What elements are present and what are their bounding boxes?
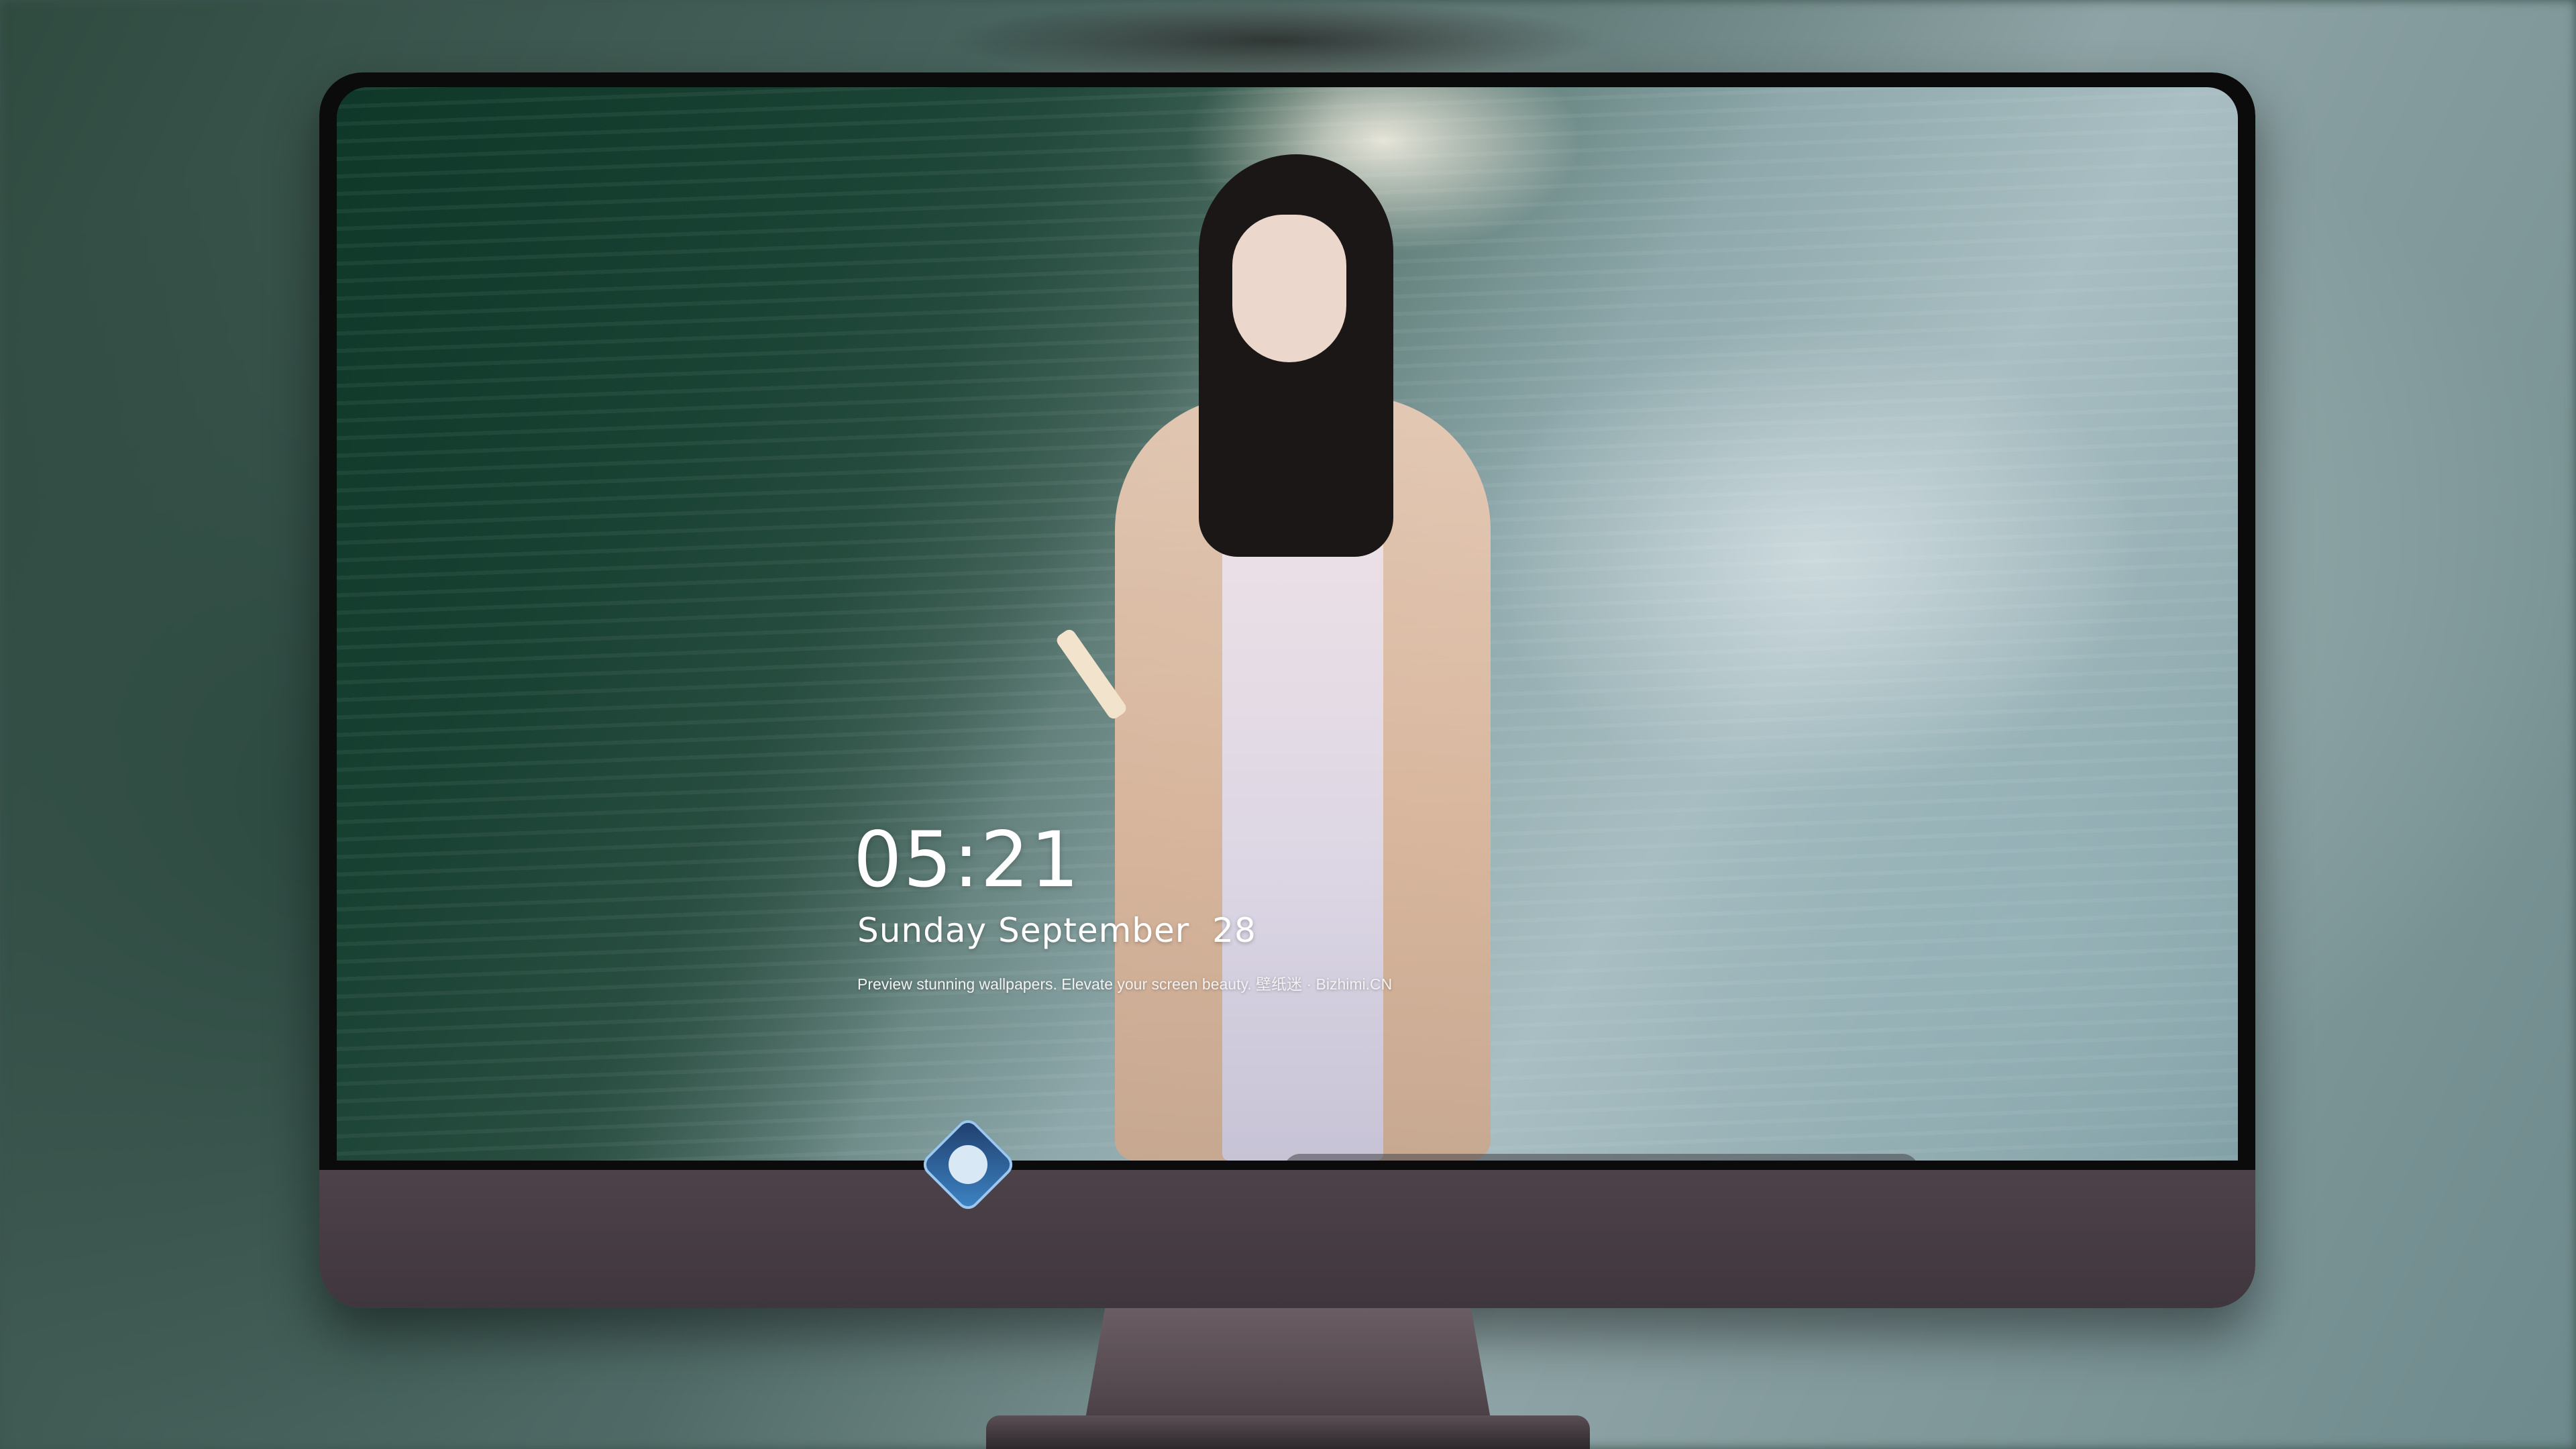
- lock-time: 05:21: [853, 815, 1081, 904]
- figure-face: [1232, 215, 1346, 362]
- dragon-badge-face: [949, 1145, 987, 1184]
- monitor: 05:21 Sunday September 28 Preview stunni…: [319, 72, 2255, 1308]
- wallpaper-figure: [1054, 154, 1524, 1161]
- monitor-bezel: 05:21 Sunday September 28 Preview stunni…: [319, 72, 2255, 1170]
- lock-date: Sunday September 28: [857, 911, 1256, 950]
- dock: [1284, 1154, 1919, 1161]
- background-shadow: [939, 0, 1610, 80]
- screen: 05:21 Sunday September 28 Preview stunni…: [337, 87, 2238, 1161]
- lock-tagline: Preview stunning wallpapers. Elevate you…: [857, 975, 1393, 993]
- monitor-stand-base: [986, 1415, 1590, 1449]
- monitor-chin: [319, 1170, 2255, 1308]
